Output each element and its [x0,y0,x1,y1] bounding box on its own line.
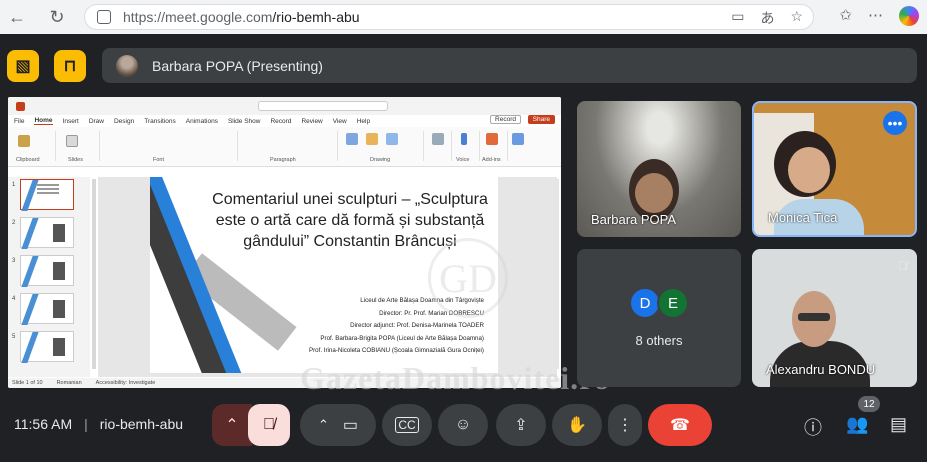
raise-hand-button[interactable]: ✋ [552,404,602,446]
powerpoint-titlebar [8,97,561,115]
site-info-icon[interactable] [97,10,111,24]
exit-icon[interactable]: ⊓ [54,50,86,82]
people-icon[interactable]: 👥 [846,414,868,435]
menu-design: Design [113,117,135,125]
arrange-icon [366,133,378,145]
menu-draw: Draw [88,117,104,125]
designer-icon [512,133,524,145]
menu-slideshow: Slide Show [227,117,261,125]
editing-icon [432,133,444,145]
more-vert-icon: ⋮ [617,417,633,434]
others-count: 8 others [635,333,683,348]
stop-presenting-icon[interactable]: ▧ [7,50,39,82]
meeting-time: 11:56 AM [14,416,73,432]
thumbnail: 4 [12,293,74,325]
menu-animations: Animations [185,117,218,125]
slide-thumbnails: 1 2 3 4 5 [8,177,90,377]
hand-icon: ✋ [567,417,587,434]
thumbnail-scrollbar [92,179,96,369]
participant-count-badge: 12 [858,396,880,412]
participant-tile[interactable]: 🎙̸ Alexandru BONDU [752,249,917,387]
browser-toolbar: ← ↻ https://meet.google.com/rio-bemh-abu… [0,0,927,34]
addins-icon [486,133,498,145]
chevron-up-icon: ⌃ [317,417,329,432]
participant-tile[interactable]: Barbara POPA [577,101,741,237]
menu-view: View [332,117,347,125]
dictate-icon [461,133,467,145]
thumbnail: 3 [12,255,74,287]
thumbnail: 1 [12,179,74,211]
thumbnail: 5 [12,331,74,363]
emoji-icon: ☺ [454,416,472,433]
more-options-icon[interactable]: ••• [883,111,907,135]
thumbnail: 2 [12,217,74,249]
present-button[interactable]: ⇪ [496,404,546,446]
record-button: Record [490,115,521,124]
menu-insert: Insert [62,117,79,125]
powerpoint-menu: File Home Insert Draw Design Transitions… [8,115,561,127]
chevron-up-icon: ⌃ [225,417,239,434]
participant-tile-speaking[interactable]: ••• Monica Tica [752,101,917,237]
avatar: E [657,287,689,319]
reactions-button[interactable]: ☺ [438,404,488,446]
menu-home: Home [34,117,53,125]
call-end-icon: ☎ [670,417,690,434]
copilot-icon[interactable] [899,6,919,26]
present-screen-icon: ⇪ [514,417,528,434]
camera-icon: ▭ [342,417,359,434]
star-icon[interactable]: ☆ [790,8,803,28]
url-text: https://meet.google.com/rio-bemh-abu [123,9,360,25]
new-slide-icon [66,135,78,147]
share-button: Share [527,115,555,124]
more-options-button[interactable]: ⋮ [608,404,642,446]
others-tile[interactable]: D E 8 others [577,249,741,387]
reload-icon[interactable]: ↻ [44,4,70,30]
address-bar[interactable]: https://meet.google.com/rio-bemh-abu ▭ あ… [84,4,814,30]
powerpoint-icon [16,101,25,111]
menu-record: Record [270,117,292,125]
presenter-avatar [116,54,138,77]
presenter-bar: Barbara POPA (Presenting) [102,48,917,83]
translate-icon[interactable]: あ [760,8,774,28]
participant-name: Barbara POPA [591,212,677,227]
shapes-icon [346,133,358,145]
chat-icon[interactable]: ▤ [890,414,907,435]
slide-scrollbar [555,179,559,369]
more-menu-icon[interactable]: ⋯ [868,6,883,26]
microphone-button[interactable]: 🎙̸ [248,404,290,446]
participant-name: Monica Tica [768,210,838,225]
paste-icon [18,135,30,147]
meeting-info: 11:56 AM | rio-bemh-abu [14,416,184,432]
watermark-text: GazetaDambovitei.ro [300,360,611,396]
menu-file: File [14,117,25,125]
back-icon[interactable]: ← [4,4,30,30]
quick-styles-icon [386,133,398,145]
watermark-logo: GD [428,238,508,318]
camera-button[interactable]: ⌃ ▭ [300,404,376,446]
leave-call-button[interactable]: ☎ [648,404,712,446]
presenter-name: Barbara POPA (Presenting) [152,57,323,74]
favorites-icon[interactable]: ✩ [839,6,852,26]
powerpoint-ribbon: Clipboard Slides Font Paragraph Drawing … [8,127,561,167]
powerpoint-search [258,101,388,111]
menu-review: Review [301,117,323,125]
meeting-details-icon[interactable]: ⓘ [804,414,822,440]
menu-help: Help [356,117,371,125]
captions-icon: CC [395,417,419,433]
mic-off-icon: 🎙̸ [898,259,907,273]
audio-options-button[interactable]: ⌃ [212,404,252,446]
meeting-code: rio-bemh-abu [99,416,184,432]
menu-transitions: Transitions [144,117,176,125]
participant-name: Alexandru BONDU [766,362,876,377]
captions-button[interactable]: CC [382,404,432,446]
camera-indicator-icon[interactable]: ▭ [731,8,744,28]
mic-off-icon: 🎙̸ [263,416,275,433]
